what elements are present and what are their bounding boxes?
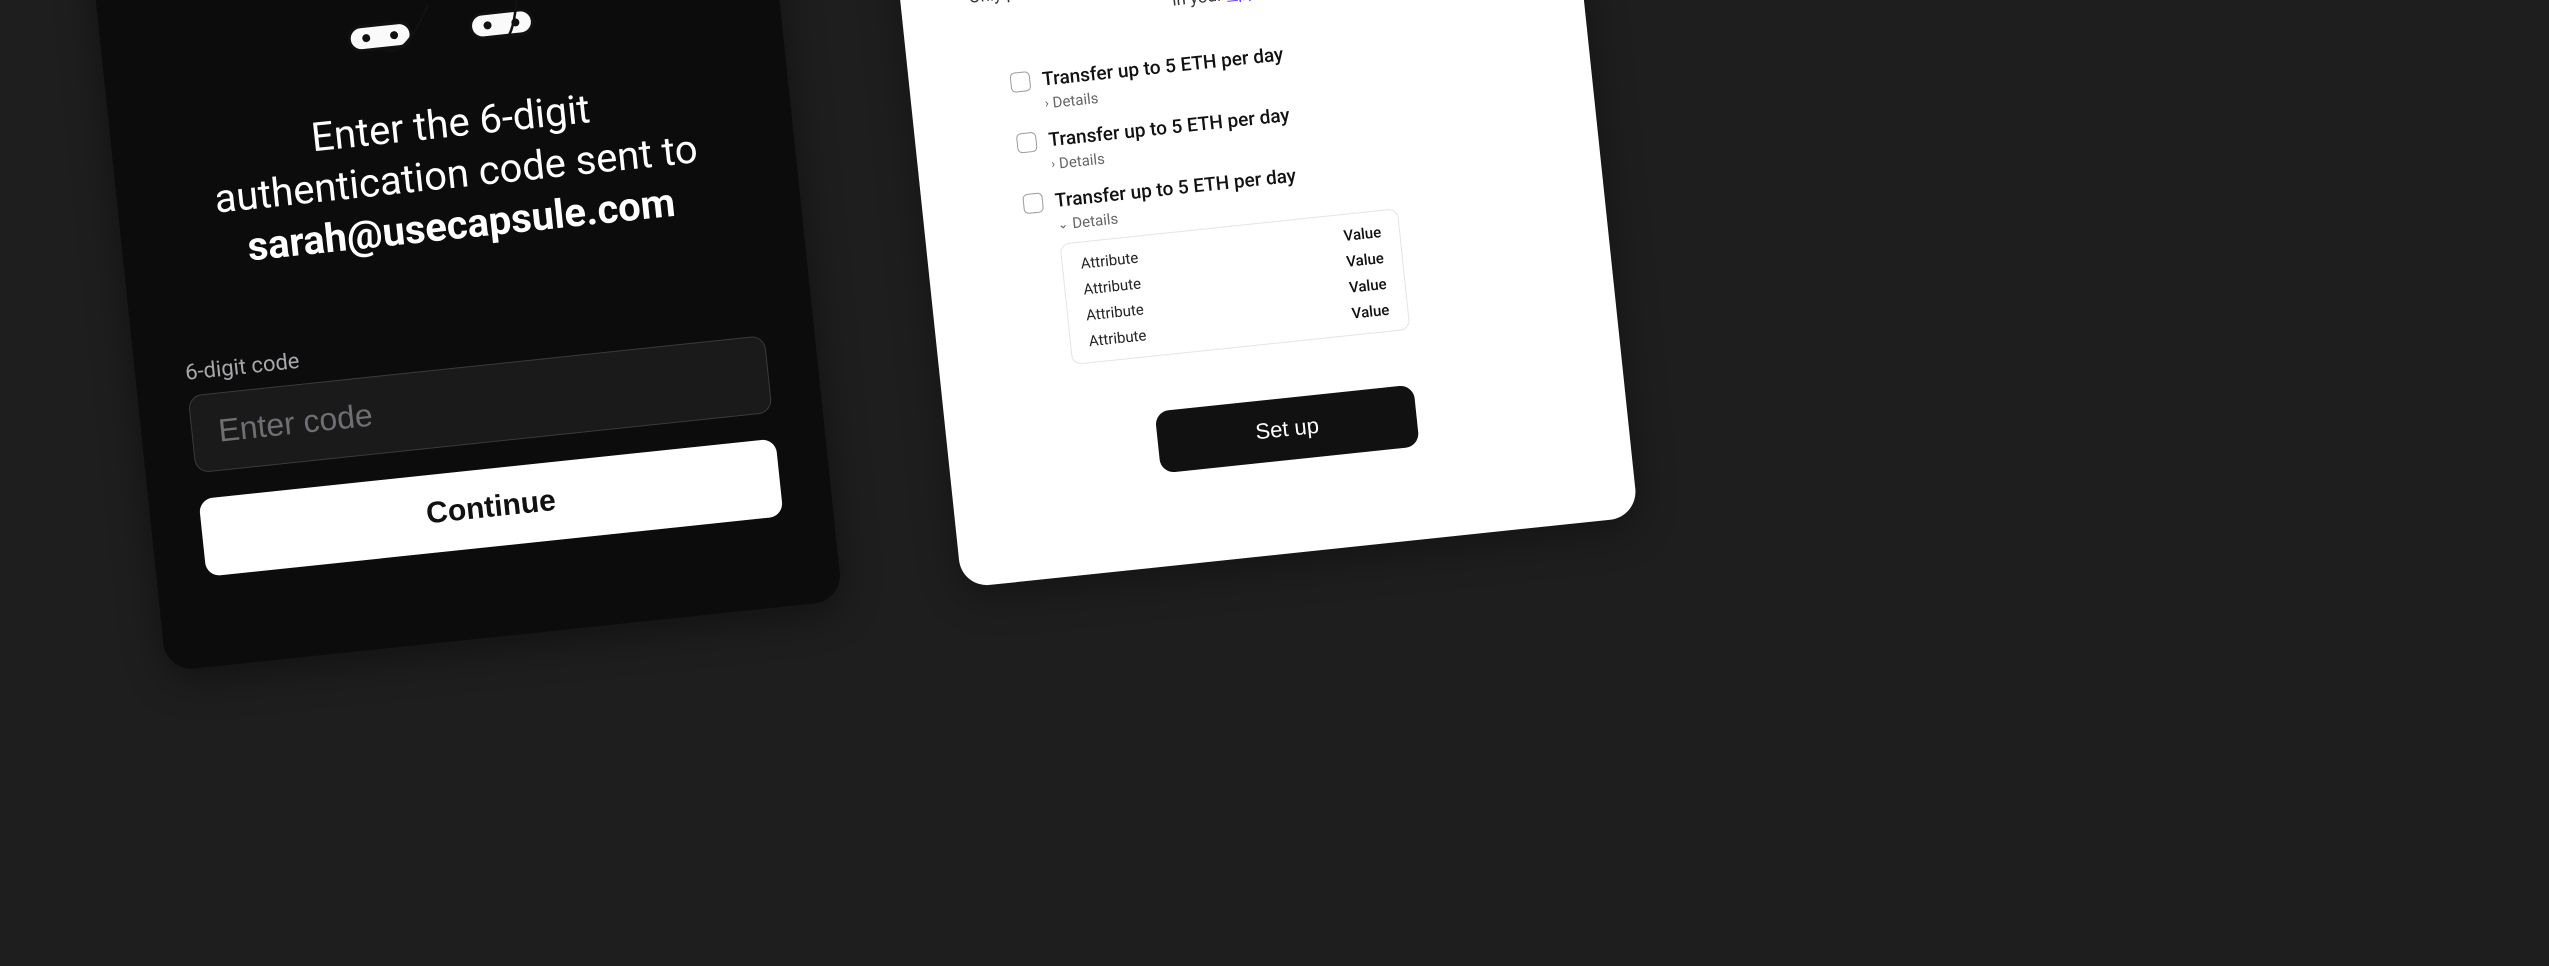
setup-button[interactable]: Set up (1155, 385, 1420, 474)
auth-title: Enter the 6-digit authentication code se… (160, 68, 753, 281)
permission-checkbox[interactable] (1022, 192, 1044, 214)
attribute-key: Attribute (1080, 249, 1139, 273)
details-label: Details (1058, 150, 1106, 173)
permission-list: Transfer up to 5 ETH per day › Details T… (973, 17, 1551, 372)
app-portal-link[interactable]: App Portal (1226, 0, 1307, 5)
permission-checkbox[interactable] (1009, 71, 1031, 93)
permission-checkbox[interactable] (1016, 132, 1038, 154)
auth-card: Capsule (80, 0, 843, 671)
attribute-key: Attribute (1085, 300, 1144, 324)
attribute-value: Value (1345, 249, 1384, 271)
permissions-card: ✳︎ LENS Lens is requesting access to par… (876, 0, 1639, 587)
attribute-value: Value (1348, 275, 1387, 297)
chevron-down-icon: ⌄ (1057, 216, 1069, 232)
details-label: Details (1071, 210, 1119, 233)
attribute-key: Attribute (1088, 326, 1147, 350)
chevron-right-icon: › (1044, 96, 1049, 111)
chevron-right-icon: › (1050, 156, 1055, 171)
attribute-value: Value (1351, 301, 1390, 323)
details-panel: Attribute Value Attribute Value Attribut… (1060, 208, 1411, 365)
attribute-value: Value (1343, 223, 1382, 245)
attribute-key: Attribute (1083, 275, 1142, 299)
details-label: Details (1052, 89, 1100, 112)
permission-item: Transfer up to 5 ETH per day ⌄ Details A… (1022, 139, 1552, 369)
